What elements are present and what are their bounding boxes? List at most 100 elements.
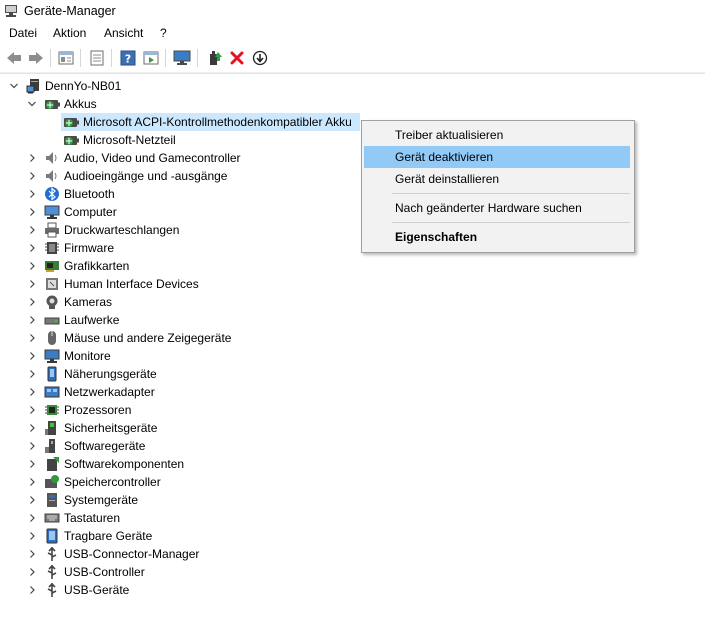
- network-adapter-icon: [44, 386, 60, 398]
- tree-device-acpi-akku[interactable]: Microsoft ACPI-Kontrollmethodenkompatibl…: [0, 113, 360, 131]
- chevron-right-icon[interactable]: [27, 261, 37, 271]
- processor-icon: [45, 405, 59, 415]
- tree-category-proximity[interactable]: Näherungsgeräte: [0, 365, 260, 383]
- tree-category-label: Mäuse und andere Zeigegeräte: [64, 331, 232, 345]
- chevron-right-icon[interactable]: [27, 207, 37, 217]
- tree-category-portable-device[interactable]: Tragbare Geräte: [0, 527, 260, 545]
- back-icon[interactable]: [4, 48, 24, 68]
- chevron-right-icon[interactable]: [27, 405, 37, 415]
- system-device-icon: [47, 493, 57, 507]
- chevron-down-icon[interactable]: [9, 81, 19, 91]
- tree-category-drive[interactable]: Laufwerke: [0, 311, 260, 329]
- tree-category-label: Bluetooth: [64, 187, 115, 201]
- tree-category-camera[interactable]: Kameras: [0, 293, 260, 311]
- tree-category-monitor[interactable]: Monitore: [0, 347, 260, 365]
- chevron-right-icon[interactable]: [27, 459, 37, 469]
- tree-category-security-device[interactable]: Sicherheitsgeräte: [0, 419, 260, 437]
- chevron-right-icon[interactable]: [27, 315, 37, 325]
- tree-category-speaker[interactable]: Audio, Video und Gamecontroller: [0, 149, 260, 167]
- menu-item-disable-device[interactable]: Gerät deaktivieren: [364, 146, 630, 168]
- chevron-right-icon[interactable]: [27, 495, 37, 505]
- chevron-right-icon[interactable]: [27, 279, 37, 289]
- update-driver-icon[interactable]: [205, 48, 225, 68]
- tree-category-label: Laufwerke: [64, 313, 120, 327]
- tree-category-label: Grafikkarten: [64, 259, 130, 273]
- disable-device-icon[interactable]: [250, 48, 270, 68]
- chevron-right-icon[interactable]: [27, 225, 37, 235]
- menu-item-update-driver[interactable]: Treiber aktualisieren: [364, 124, 630, 146]
- tree-category-akkus[interactable]: Akkus: [0, 95, 200, 113]
- menu-item-properties[interactable]: Eigenschaften: [364, 226, 630, 248]
- tree-category-network-adapter[interactable]: Netzwerkadapter: [0, 383, 260, 401]
- chevron-right-icon[interactable]: [27, 243, 37, 253]
- bluetooth-icon: [45, 187, 59, 201]
- uninstall-icon[interactable]: [227, 48, 247, 68]
- window-title: Geräte-Manager: [24, 4, 116, 18]
- chevron-right-icon[interactable]: [27, 369, 37, 379]
- proximity-icon: [47, 366, 57, 382]
- security-device-icon: [45, 421, 56, 435]
- menu-item-label: Nach geänderter Hardware suchen: [395, 201, 582, 215]
- chevron-right-icon[interactable]: [27, 297, 37, 307]
- tree-category-processor[interactable]: Prozessoren: [0, 401, 260, 419]
- chevron-right-icon[interactable]: [27, 567, 37, 577]
- chevron-right-icon[interactable]: [27, 441, 37, 451]
- tree-category-printer[interactable]: Druckwarteschlangen: [0, 221, 260, 239]
- tree-category-software-device[interactable]: Softwaregeräte: [0, 437, 260, 455]
- chevron-right-icon[interactable]: [27, 387, 37, 397]
- tree-root[interactable]: DennYo-NB01: [0, 77, 200, 95]
- chevron-right-icon[interactable]: [27, 333, 37, 343]
- speaker-icon: [46, 170, 57, 182]
- chevron-right-icon[interactable]: [27, 423, 37, 433]
- show-hidden-icon[interactable]: [87, 48, 107, 68]
- chevron-down-icon[interactable]: [27, 99, 37, 109]
- chevron-right-icon[interactable]: [27, 549, 37, 559]
- tree-category-firmware[interactable]: Firmware: [0, 239, 260, 257]
- toolbar-separator: [80, 49, 81, 67]
- monitor-icon: [44, 349, 60, 363]
- tree-category-mouse[interactable]: Mäuse und andere Zeigegeräte: [0, 329, 260, 347]
- tree-device-netzteil[interactable]: Microsoft-Netzteil: [0, 131, 200, 149]
- tree-category-system-device[interactable]: Systemgeräte: [0, 491, 260, 509]
- action-pane-icon[interactable]: [141, 48, 161, 68]
- tree-category-usb[interactable]: USB-Geräte: [0, 581, 260, 599]
- chevron-right-icon[interactable]: [27, 171, 37, 181]
- tree-device-label: Microsoft-Netzteil: [83, 133, 176, 147]
- menu-aktion[interactable]: Aktion: [53, 26, 86, 40]
- menu-item-scan-hardware[interactable]: Nach geänderter Hardware suchen: [364, 197, 630, 219]
- menu-item-label: Treiber aktualisieren: [395, 128, 504, 142]
- chevron-right-icon[interactable]: [27, 189, 37, 199]
- toolbar-separator: [50, 49, 51, 67]
- tree-category-graphics-card[interactable]: Grafikkarten: [0, 257, 260, 275]
- help-icon[interactable]: ?: [118, 48, 138, 68]
- menu-bar: Datei Aktion Ansicht ?: [0, 23, 705, 44]
- chevron-right-icon[interactable]: [27, 153, 37, 163]
- tree-category-keyboard[interactable]: Tastaturen: [0, 509, 260, 527]
- menu-ansicht[interactable]: Ansicht: [104, 26, 143, 40]
- tree-category-usb[interactable]: USB-Connector-Manager: [0, 545, 260, 563]
- tree-category-speaker[interactable]: Audioeingänge und -ausgänge: [0, 167, 260, 185]
- forward-icon[interactable]: [26, 48, 46, 68]
- tree-category-label: Speichercontroller: [64, 475, 161, 489]
- tree-category-hid[interactable]: Human Interface Devices: [0, 275, 260, 293]
- tree-category-computer[interactable]: Computer: [0, 203, 260, 221]
- software-component-icon: [47, 457, 59, 471]
- software-device-icon: [45, 439, 55, 453]
- tree-category-bluetooth[interactable]: Bluetooth: [0, 185, 260, 203]
- chevron-right-icon[interactable]: [27, 531, 37, 541]
- tree-root-label: DennYo-NB01: [45, 79, 122, 93]
- tree-category-software-component[interactable]: Softwarekomponenten: [0, 455, 260, 473]
- tree-category-storage-controller[interactable]: Speichercontroller: [0, 473, 260, 491]
- tree-category-label: Netzwerkadapter: [64, 385, 155, 399]
- properties-view-icon[interactable]: [56, 48, 76, 68]
- chevron-right-icon[interactable]: [27, 513, 37, 523]
- camera-icon: [46, 295, 58, 309]
- menu-item-uninstall-device[interactable]: Gerät deinstallieren: [364, 168, 630, 190]
- tree-category-usb[interactable]: USB-Controller: [0, 563, 260, 581]
- chevron-right-icon[interactable]: [27, 477, 37, 487]
- chevron-right-icon[interactable]: [27, 351, 37, 361]
- menu-help[interactable]: ?: [160, 26, 167, 40]
- chevron-right-icon[interactable]: [27, 585, 37, 595]
- monitor-icon[interactable]: [172, 48, 192, 68]
- menu-datei[interactable]: Datei: [9, 26, 37, 40]
